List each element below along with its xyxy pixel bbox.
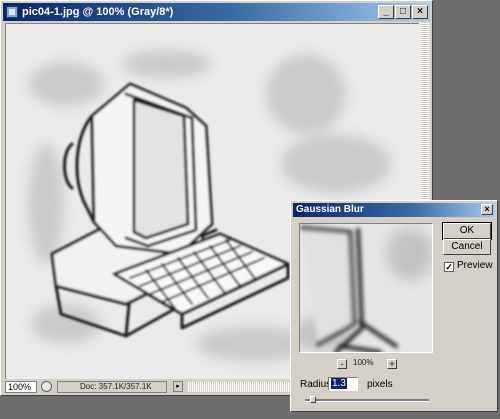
- zoom-out-button[interactable]: -: [337, 359, 347, 369]
- photoshop-document-icon: [6, 6, 18, 18]
- status-menu-arrow-icon[interactable]: ▸: [173, 381, 183, 392]
- preview-checkbox-label: Preview: [457, 260, 493, 271]
- radius-unit-label: pixels: [367, 379, 393, 390]
- blur-preview-pane[interactable]: [299, 223, 433, 353]
- dialog-close-button[interactable]: ×: [481, 204, 493, 215]
- dialog-title: Gaussian Blur: [296, 204, 364, 215]
- cancel-button[interactable]: Cancel: [443, 239, 491, 255]
- dialog-title-bar[interactable]: Gaussian Blur ×: [293, 203, 495, 217]
- preview-zoom-level: 100%: [353, 358, 374, 367]
- ok-button[interactable]: OK: [442, 222, 492, 240]
- zoom-level-field[interactable]: 100%: [5, 381, 37, 393]
- minimize-button[interactable]: _: [378, 5, 394, 19]
- zoom-in-button[interactable]: +: [387, 359, 397, 369]
- maximize-button[interactable]: □: [395, 5, 411, 19]
- navigator-icon[interactable]: [41, 381, 52, 392]
- preview-checkbox[interactable]: ✓: [444, 262, 454, 272]
- radius-value: 1.3: [331, 378, 347, 389]
- radius-slider-thumb[interactable]: [310, 396, 316, 403]
- gaussian-blur-dialog: Gaussian Blur × OK Cancel ✓ Preview - 10…: [290, 200, 498, 412]
- document-size-info: Doc: 357.1K/357.1K: [57, 381, 167, 393]
- close-button[interactable]: ×: [412, 5, 428, 19]
- document-title: pic04-1.jpg @ 100% (Gray/8*): [22, 6, 174, 18]
- preview-image: [300, 226, 432, 352]
- radius-input[interactable]: 1.3: [328, 377, 358, 391]
- document-title-bar[interactable]: pic04-1.jpg @ 100% (Gray/8*) _ □ ×: [3, 3, 430, 21]
- radius-slider[interactable]: [305, 396, 429, 403]
